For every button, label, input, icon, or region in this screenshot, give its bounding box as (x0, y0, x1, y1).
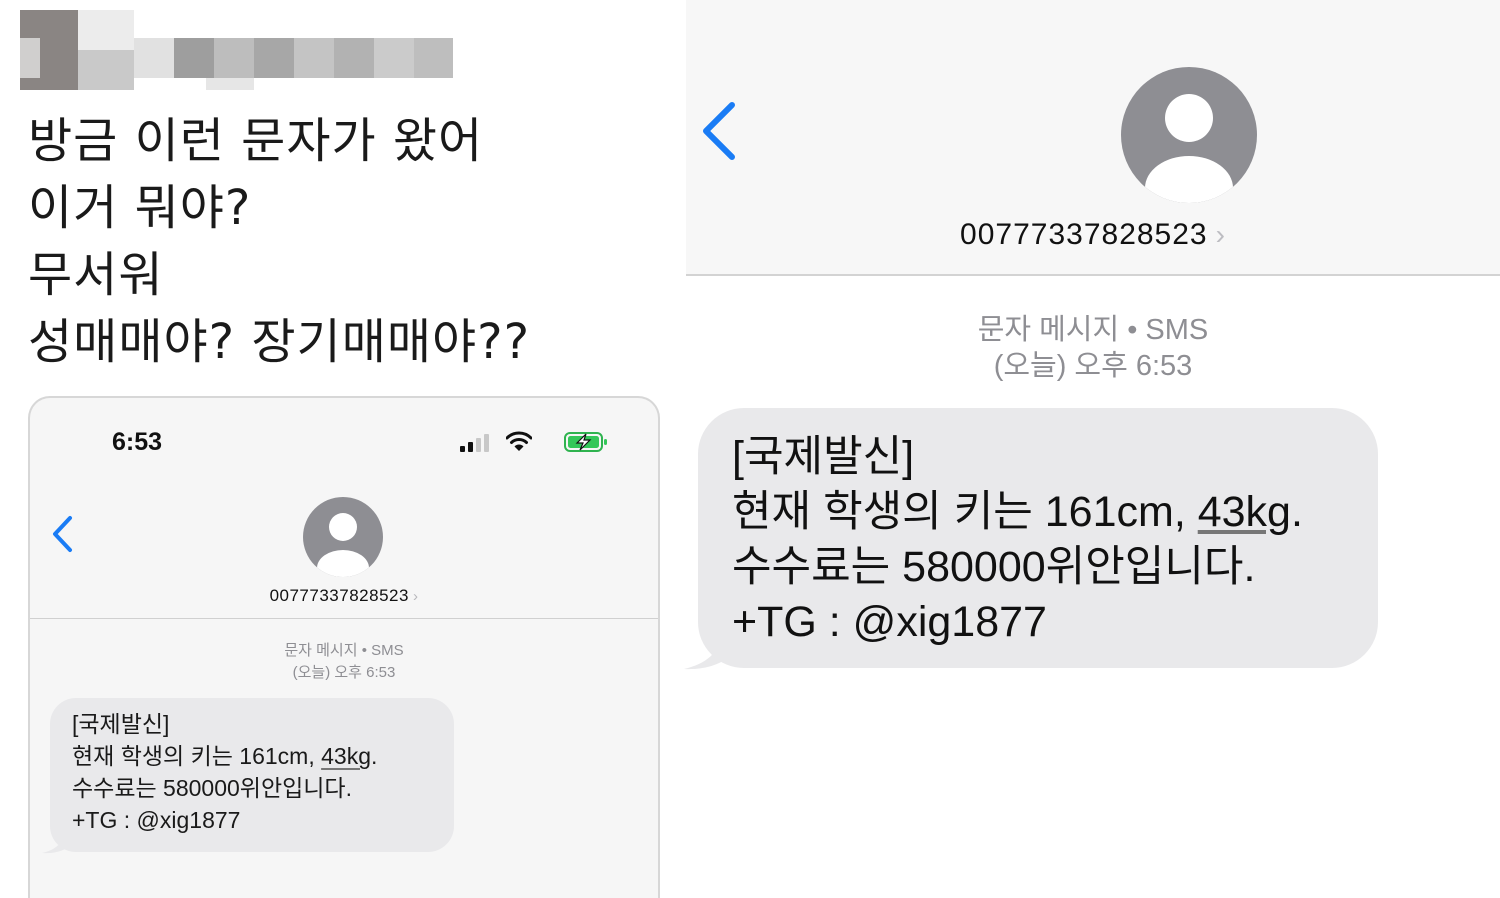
message-line-2: 현재 학생의 키는 161cm, 43kg. (732, 485, 1303, 540)
message-line-2a: 현재 학생의 키는 161cm, (732, 488, 1198, 536)
message-line-3-small: 수수료는 580000위안입니다. (72, 775, 352, 801)
post-line-2: 이거 뭐야? (28, 180, 252, 236)
post-text: 방금 이런 문자가 왔어 이거 뭐야? 무서워 성매매야? 장기매매야?? (28, 108, 530, 376)
message-time-small: (오늘) 오후 6:53 (292, 664, 396, 681)
chevron-right-icon: › (1215, 219, 1226, 250)
post-line-3: 무서워 (28, 247, 164, 303)
signal-icon (460, 434, 490, 452)
contact-number-text-small: 00777337828523 (269, 586, 409, 605)
post-line-1: 방금 이런 문자가 왔어 (28, 113, 484, 169)
post-panel: 방금 이런 문자가 왔어 이거 뭐야? 무서워 성매매야? 장기매매야?? 6:… (0, 0, 686, 898)
detected-data-link[interactable]: 43kg (1198, 488, 1291, 536)
message-bubble[interactable]: [국제발신] 현재 학생의 키는 161cm, 43kg. 수수료는 58000… (698, 408, 1378, 668)
chevron-right-icon-small: › (412, 588, 419, 605)
post-line-4: 성매매야? 장기매매야?? (28, 314, 531, 370)
detected-data-link-small[interactable]: 43kg (321, 743, 371, 769)
message-line-3: 수수료는 580000위안입니다. (732, 543, 1256, 591)
message-type-small: 문자 메시지 • SMS (284, 642, 404, 659)
conversation-zoom-panel: 00777337828523 › 문자 메시지 • SMS (오늘) 오후 6:5… (684, 0, 1500, 878)
header-divider-small (30, 618, 658, 619)
message-line-1: [국제발신] (732, 433, 915, 481)
contact-number-text: 00777337828523 (960, 218, 1208, 251)
message-line-2c-small: . (370, 743, 378, 769)
back-chevron-icon-small[interactable] (50, 514, 74, 554)
message-time: (오늘) 오후 6:53 (993, 350, 1193, 382)
message-text-small: [국제발신] 현재 학생의 키는 161cm, 43kg. 수수료는 58000… (72, 708, 377, 836)
back-chevron-icon[interactable] (698, 100, 738, 162)
message-meta-small: 문자 메시지 • SMS (오늘) 오후 6:53 (30, 640, 658, 684)
contact-avatar-icon-small[interactable] (302, 496, 384, 578)
message-line-4: +TG : @xig1877 (732, 598, 1047, 646)
contact-number-small[interactable]: 00777337828523 › (30, 586, 658, 606)
message-text: [국제발신] 현재 학생의 키는 161cm, 43kg. 수수료는 58000… (732, 430, 1303, 650)
battery-charging-icon (564, 432, 607, 452)
status-time: 6:53 (112, 428, 163, 456)
message-line-1-small: [국제발신] (72, 711, 170, 737)
system-icons (448, 430, 608, 452)
phone-screenshot: 6:53 00777337828523 › 문자 메시지 • SMS (오늘) … (28, 396, 660, 898)
message-line-2-small: 현재 학생의 키는 161cm, 43kg. (72, 740, 377, 772)
message-bubble-small[interactable]: [국제발신] 현재 학생의 키는 161cm, 43kg. 수수료는 58000… (50, 698, 454, 852)
status-bar: 6:53 (30, 398, 658, 478)
message-line-4-small: +TG : @xig1877 (72, 807, 241, 833)
message-type: 문자 메시지 • SMS (977, 314, 1209, 346)
contact-number[interactable]: 00777337828523 › (686, 218, 1500, 252)
message-line-2a-small: 현재 학생의 키는 161cm, (72, 743, 322, 769)
message-line-2c: . (1290, 488, 1303, 536)
wifi-icon (506, 431, 532, 451)
blurred-username (20, 10, 453, 90)
message-meta: 문자 메시지 • SMS (오늘) 오후 6:53 (686, 312, 1500, 384)
conversation-header: 00777337828523 › (686, 0, 1500, 276)
contact-avatar-icon[interactable] (1120, 66, 1258, 204)
